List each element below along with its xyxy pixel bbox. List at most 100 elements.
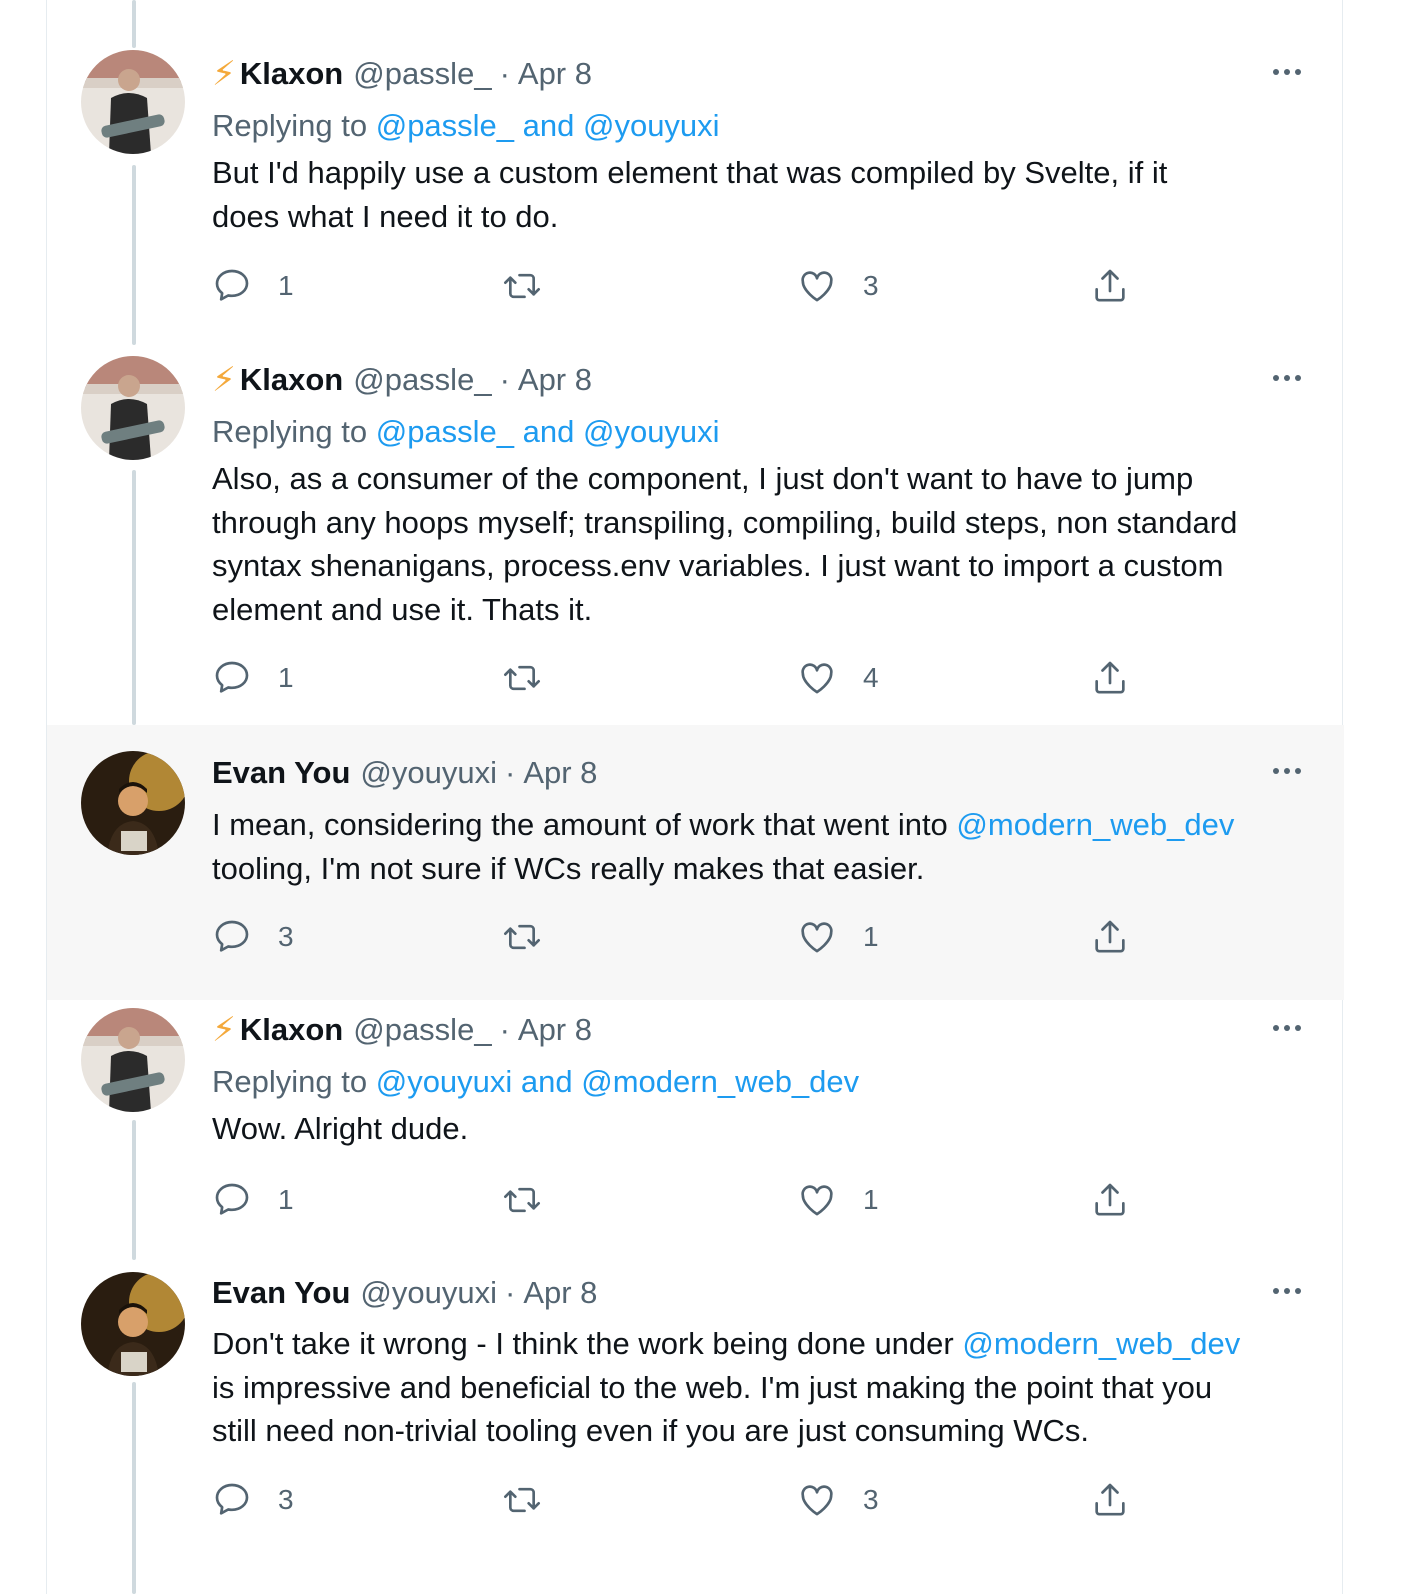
share-button[interactable] [1090,915,1130,959]
tweet[interactable]: ⚡ Klaxon @passle_ · Apr 8 Replying to @p… [47,0,1344,338]
retweet-button[interactable] [502,915,568,959]
tweet-text-line: I mean, considering the amount of work t… [212,803,1332,847]
share-button[interactable] [1090,656,1130,700]
tweet-text: Also, as a consumer of the component, I … [212,457,1317,631]
tweet-actions: 3 3 [212,1478,1212,1522]
tweet-date[interactable]: Apr 8 [523,753,597,793]
tweet-text-segment: I mean, considering the amount of work t… [212,807,957,842]
more-dots-icon[interactable] [1267,52,1307,92]
heart-icon [801,922,833,953]
reply-bubble-icon [215,269,249,301]
like-button[interactable]: 1 [797,915,879,959]
tweet[interactable]: ⚡ Klaxon @passle_ · Apr 8 Replying to @y… [47,1000,1344,1270]
retweet-button[interactable] [502,264,568,308]
tweet-text-line: does what I need it to do. [212,198,559,234]
avatar[interactable] [81,356,185,460]
reply-count: 1 [278,1184,294,1215]
replying-to: Replying to @youyuxi and @modern_web_dev [212,1062,859,1102]
more-dots-icon[interactable] [1267,358,1307,398]
tweet-text-segment: Don't take it wrong - I think the work b… [212,1326,963,1361]
share-upload-icon [1095,661,1125,694]
tweet-date[interactable]: Apr 8 [518,54,592,94]
tweet[interactable]: Evan You @youyuxi · Apr 8 Don't take it … [47,1270,1344,1594]
share-button[interactable] [1090,264,1130,308]
reply-count: 3 [278,921,294,952]
share-upload-icon [1095,269,1125,302]
like-count: 1 [863,1184,879,1215]
avatar[interactable] [81,1272,185,1376]
more-dots-icon[interactable] [1267,751,1307,791]
replying-to: Replying to @passle_ and @youyuxi [212,106,720,146]
like-button[interactable]: 3 [797,264,879,308]
tweet-text-line: syntax shenanigans, process.env variable… [212,548,1224,583]
more-dots-icon[interactable] [1267,1271,1307,1311]
avatar[interactable] [81,751,185,855]
heart-icon [801,1485,833,1516]
reply-button[interactable]: 1 [212,264,294,308]
lightning-icon: ⚡ [212,1011,236,1049]
like-count: 1 [863,921,879,952]
like-button[interactable]: 4 [797,656,879,700]
avatar[interactable] [81,1008,185,1112]
tweet-text: But I'd happily use a custom element tha… [212,151,1317,238]
avatar[interactable] [81,50,185,154]
more-dots-icon[interactable] [1267,1008,1307,1048]
like-button[interactable]: 1 [797,1178,879,1222]
retweet-button[interactable] [502,656,568,700]
tweet-text-line: through any hoops myself; transpiling, c… [212,504,1238,540]
mention-link[interactable]: @modern_web_dev [962,1326,1240,1361]
retweet-button[interactable] [502,1478,568,1522]
tweet-text-line: Wow. Alright dude. [212,1111,469,1146]
user-handle[interactable]: @passle_ [353,1010,491,1050]
tweet-date[interactable]: Apr 8 [523,1273,597,1313]
share-button[interactable] [1090,1478,1130,1522]
reply-bubble-icon [215,920,249,952]
mention-link[interactable]: @modern_web_dev [956,807,1234,842]
lightning-icon: ⚡ [212,361,236,399]
reply-button[interactable]: 3 [212,915,294,959]
avatar-image [81,1272,185,1376]
tweet-actions: 3 1 [212,915,1212,959]
display-name[interactable]: Evan You [212,1273,350,1313]
tweet[interactable]: ⚡ Klaxon @passle_ · Apr 8 Replying to @p… [47,338,1344,725]
display-name[interactable]: Klaxon [240,360,343,400]
replying-links[interactable]: @youyuxi and @modern_web_dev [376,1064,859,1099]
heart-icon [801,1185,833,1216]
replying-links[interactable]: @passle_ and @youyuxi [376,414,720,449]
reply-button[interactable]: 1 [212,656,294,700]
user-handle[interactable]: @youyuxi [360,753,497,793]
reply-button[interactable]: 1 [212,1178,294,1222]
like-button[interactable]: 3 [797,1478,879,1522]
reply-count: 1 [278,662,294,693]
user-handle[interactable]: @passle_ [353,54,491,94]
tweet-text-line: tooling, I'm not sure if WCs really make… [212,850,925,886]
like-count: 4 [863,662,879,693]
replying-links[interactable]: @passle_ and @youyuxi [376,108,720,143]
tweet-actions: 1 4 [212,656,1212,700]
replying-prefix: Replying to [212,108,368,143]
tweet[interactable]: Evan You @youyuxi · Apr 8 I mean, consid… [47,725,1344,1000]
share-button[interactable] [1090,1178,1130,1222]
reply-count: 3 [278,1484,294,1515]
replying-prefix: Replying to [212,1064,368,1099]
retweet-arrows-icon [504,1487,540,1513]
tweet-date[interactable]: Apr 8 [518,360,592,400]
reply-button[interactable]: 3 [212,1478,294,1522]
user-handle[interactable]: @youyuxi [360,1273,497,1313]
separator: · [499,1012,510,1047]
tweet-text: I mean, considering the amount of work t… [212,803,1332,890]
reply-count: 1 [278,270,294,301]
display-name[interactable]: Klaxon [240,1010,343,1050]
user-handle[interactable]: @passle_ [353,360,491,400]
share-upload-icon [1095,920,1125,953]
tweet-text-line: still need non-trivial tooling even if y… [212,1413,1090,1448]
retweet-button[interactable] [502,1178,568,1222]
tweet-date[interactable]: Apr 8 [518,1010,592,1050]
conversation-thread: ⚡ Klaxon @passle_ · Apr 8 Replying to @p… [46,0,1344,1594]
replying-to: Replying to @passle_ and @youyuxi [212,412,720,452]
retweet-arrows-icon [504,273,540,299]
separator: · [499,362,510,397]
display-name[interactable]: Klaxon [240,54,343,94]
tweet-actions: 1 3 [212,264,1212,308]
display-name[interactable]: Evan You [212,753,350,793]
